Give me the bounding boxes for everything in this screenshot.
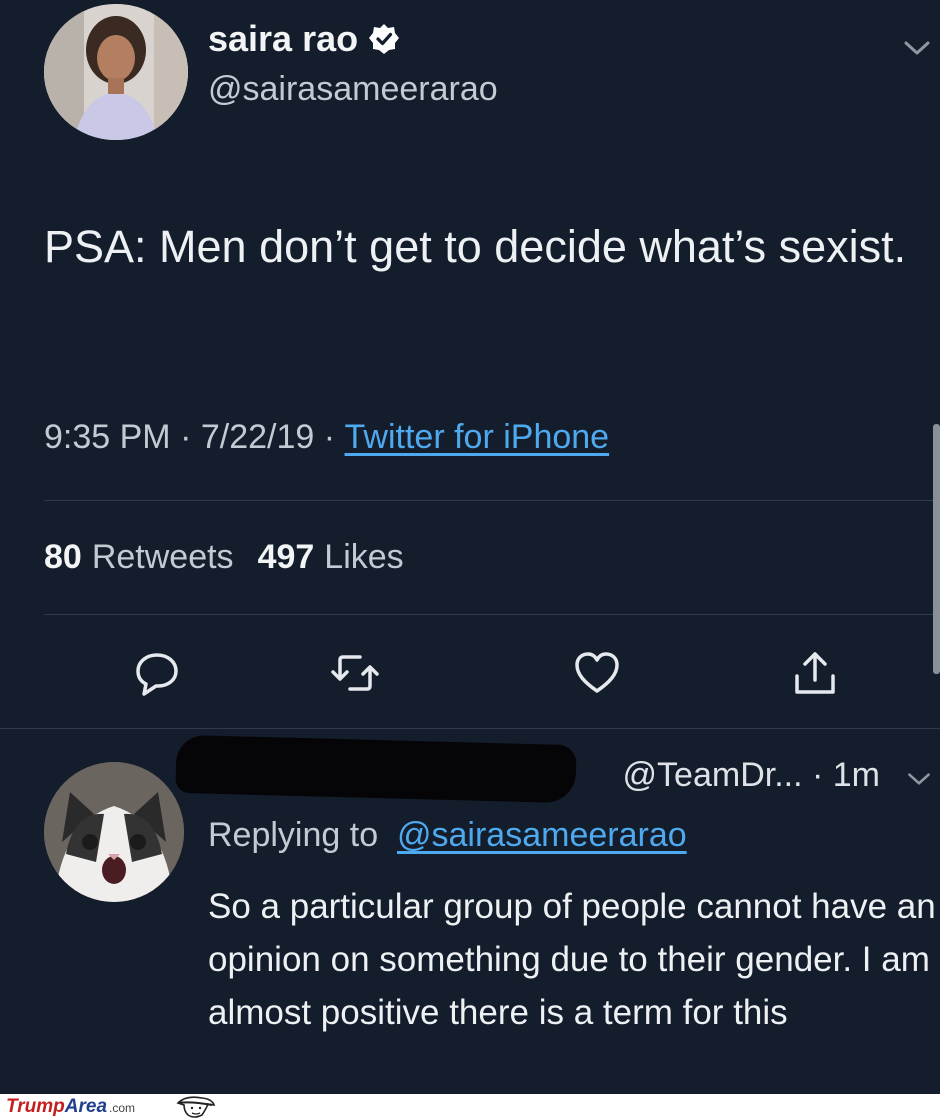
- chevron-down-icon[interactable]: [906, 770, 932, 788]
- retweets-label[interactable]: Retweets: [92, 538, 234, 577]
- reply-text: So a particular group of people cannot h…: [208, 887, 936, 1032]
- reply-time: · 1m: [812, 756, 880, 794]
- replying-to: Replying to @sairasameerarao: [208, 816, 687, 855]
- redaction-scribble: [175, 734, 577, 804]
- tweet-screen: saira rao @sairasameerarao PSA: Men don’…: [0, 0, 940, 1094]
- tweet-meta: 9:35 PM · 7/22/19 · Twitter for iPhone: [44, 418, 609, 457]
- tweet-source-link[interactable]: Twitter for iPhone: [345, 418, 610, 457]
- verified-badge-icon: [369, 24, 400, 54]
- tweet-stats: 80 Retweets 497 Likes: [44, 538, 404, 577]
- likes-count[interactable]: 497: [258, 538, 315, 577]
- author-avatar[interactable]: [44, 4, 188, 140]
- reply-handle-row: @TeamDr... · 1m: [623, 756, 880, 795]
- divider: [44, 500, 940, 501]
- watermark-logo: Trump Area .com: [6, 1096, 135, 1118]
- reply-avatar[interactable]: [44, 762, 184, 902]
- watermark-part-area: Area: [64, 1096, 108, 1117]
- meta-separator: ·: [170, 418, 201, 456]
- replying-prefix: Replying to: [208, 816, 388, 854]
- reply-icon[interactable]: [132, 648, 182, 698]
- watermark-part-trump: Trump: [6, 1096, 65, 1117]
- likes-label[interactable]: Likes: [324, 538, 403, 577]
- retweets-count[interactable]: 80: [44, 538, 82, 577]
- share-icon[interactable]: [790, 648, 840, 698]
- author-display-name[interactable]: saira rao: [208, 18, 358, 60]
- tweet-action-bar: [0, 648, 940, 702]
- meta-separator: ·: [314, 418, 345, 456]
- like-icon[interactable]: [572, 648, 622, 698]
- replying-to-handle-link[interactable]: @sairasameerarao: [397, 816, 687, 854]
- author-name-row: saira rao: [208, 18, 400, 60]
- retweet-icon[interactable]: [330, 648, 380, 698]
- author-handle[interactable]: @sairasameerarao: [208, 70, 498, 109]
- caricature-face-icon: [176, 1096, 216, 1118]
- tweet-text: PSA: Men don’t get to decide what’s sexi…: [44, 221, 907, 272]
- tweet-time: 9:35 PM: [44, 418, 171, 456]
- divider: [44, 614, 940, 615]
- watermark-part-com: .com: [109, 1101, 136, 1115]
- scrollbar[interactable]: [933, 424, 940, 674]
- tweet-date: 7/22/19: [200, 418, 315, 456]
- chevron-down-icon[interactable]: [902, 38, 932, 58]
- reply-handle[interactable]: @TeamDr...: [623, 756, 803, 794]
- divider: [0, 728, 940, 729]
